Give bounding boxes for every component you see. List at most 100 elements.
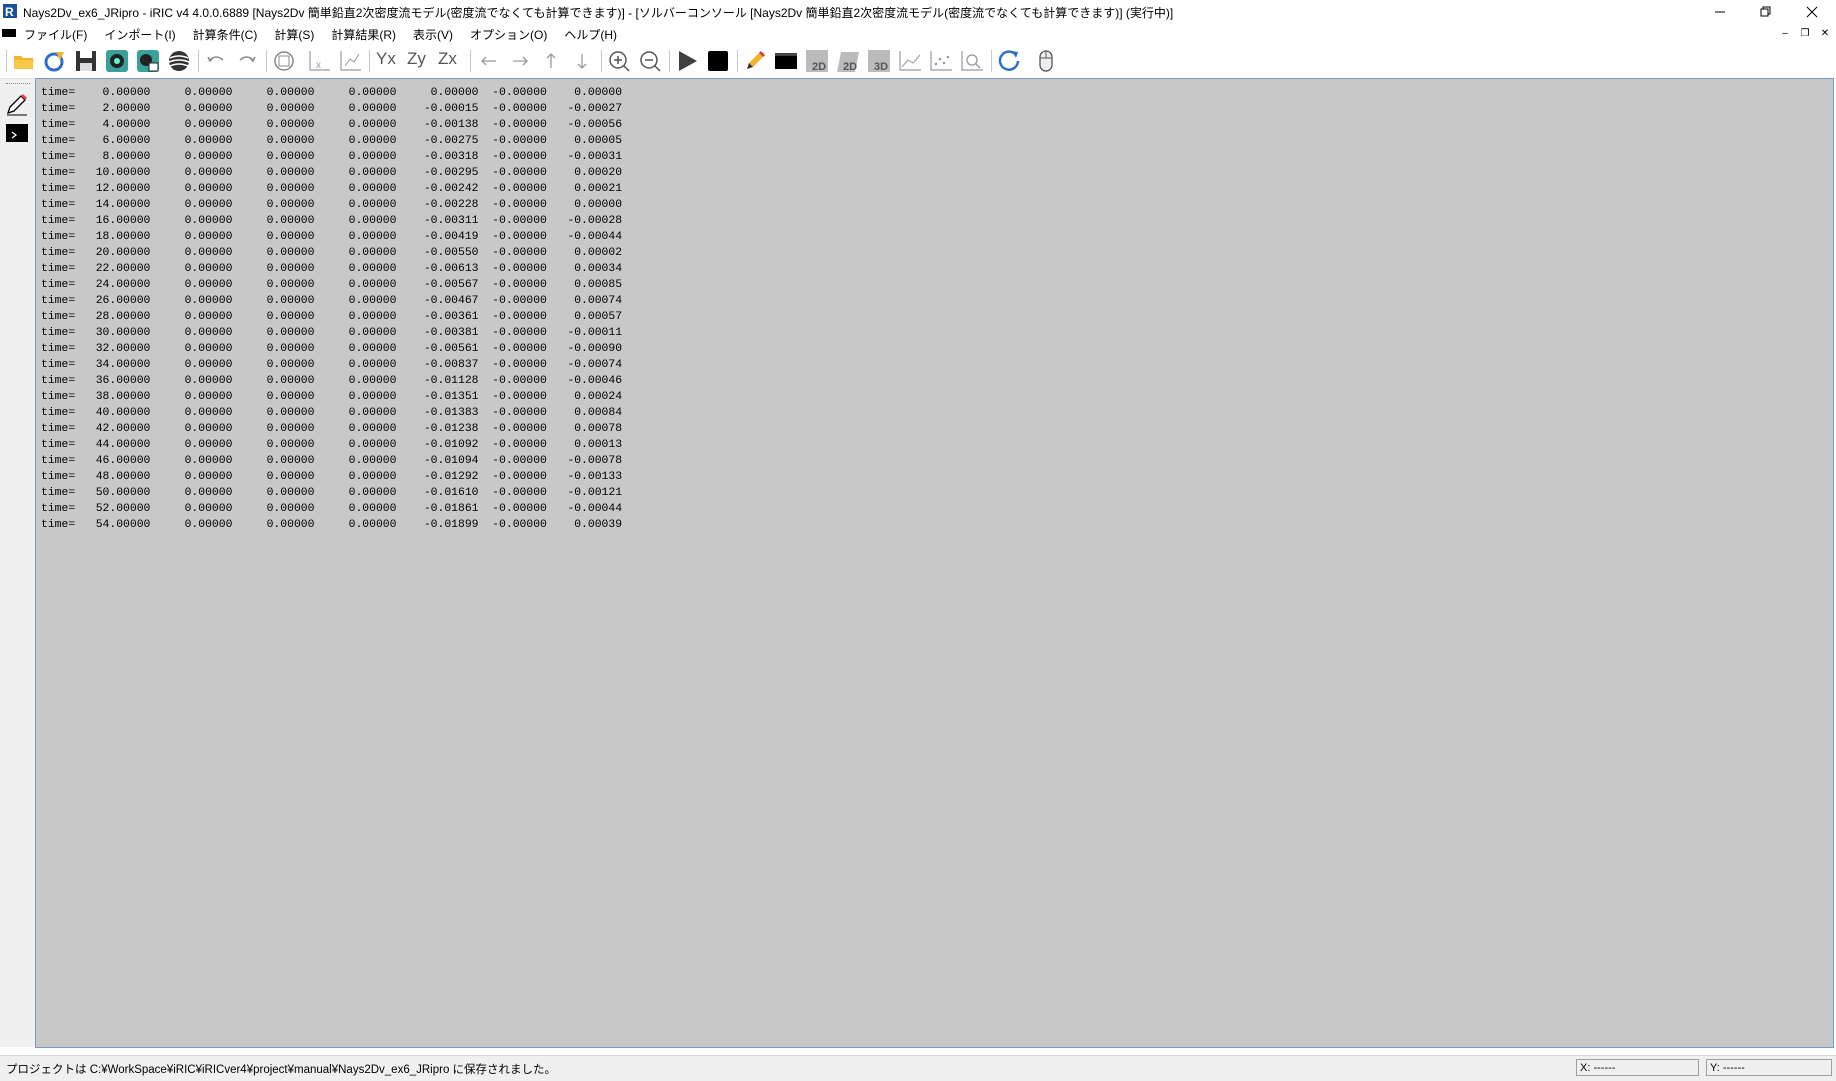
- mdi-close-button[interactable]: ✕: [1818, 26, 1832, 40]
- minimize-button[interactable]: [1697, 0, 1743, 23]
- console-value: 0.00000: [314, 375, 397, 387]
- fit-button[interactable]: [271, 48, 297, 74]
- console-value: 0.00000: [232, 359, 315, 371]
- 2d-view-button[interactable]: 2D: [804, 48, 830, 74]
- console-value: 0.00000: [232, 327, 315, 339]
- menu-simulation[interactable]: 計算(S): [274, 25, 314, 44]
- console-value: 16.00000: [75, 215, 151, 227]
- yx-view-button[interactable]: Yx: [375, 48, 401, 74]
- console-value: 0.00000: [232, 295, 315, 307]
- save-button[interactable]: [73, 48, 99, 74]
- close-button[interactable]: [1789, 0, 1835, 23]
- refresh-button[interactable]: [996, 48, 1022, 74]
- scatter-button[interactable]: [928, 48, 954, 74]
- snapshot-button[interactable]: [104, 48, 130, 74]
- console-value: -0.00613: [396, 263, 479, 275]
- console-value: -0.00000: [478, 327, 547, 339]
- globe-button[interactable]: [166, 48, 192, 74]
- console-line: time= 40.00000 0.00000 0.00000 0.00000 -…: [41, 405, 622, 421]
- import-button[interactable]: [42, 48, 68, 74]
- console-value: -0.00000: [478, 359, 547, 371]
- console-line: time= 6.00000 0.00000 0.00000 0.00000 -0…: [41, 133, 622, 149]
- mouse-button[interactable]: [1033, 48, 1059, 74]
- console-line: time= 2.00000 0.00000 0.00000 0.00000 -0…: [41, 101, 622, 117]
- console-line: time= 16.00000 0.00000 0.00000 0.00000 -…: [41, 213, 622, 229]
- move-right-button[interactable]: [507, 48, 533, 74]
- menu-view[interactable]: 表示(V): [413, 25, 453, 44]
- console-value: 0.00000: [232, 215, 315, 227]
- zoom-out-button[interactable]: [637, 48, 663, 74]
- console-value: 0.00000: [314, 487, 397, 499]
- pencil-button[interactable]: [742, 48, 768, 74]
- undo-button[interactable]: [203, 48, 229, 74]
- console-value: 0.00000: [150, 295, 233, 307]
- mdi-minimize-button[interactable]: –: [1778, 26, 1792, 40]
- console-time-label: time=: [41, 407, 76, 419]
- graph-zoom-icon: [961, 51, 983, 71]
- xy-axis-button[interactable]: [337, 48, 363, 74]
- console-value: 0.00020: [546, 167, 623, 179]
- console-value: -0.00275: [396, 135, 479, 147]
- move-down-button[interactable]: [569, 48, 595, 74]
- redo-button[interactable]: [234, 48, 260, 74]
- console-value: 0.00000: [232, 503, 315, 515]
- system-menu-icon[interactable]: [2, 29, 16, 37]
- edit-button[interactable]: [4, 91, 30, 117]
- run-button[interactable]: [674, 48, 700, 74]
- status-message: プロジェクトは C:¥WorkSpace¥iRIC¥iRICver4¥proje…: [6, 1064, 557, 1076]
- console-value: 0.00000: [232, 519, 315, 531]
- menu-calc-condition[interactable]: 計算条件(C): [193, 25, 258, 44]
- console-value: 0.00000: [75, 87, 151, 99]
- console-value: 0.00000: [314, 199, 397, 211]
- move-left-button[interactable]: [476, 48, 502, 74]
- console-value: -0.00000: [478, 471, 547, 483]
- x-axis-button[interactable]: x: [306, 48, 332, 74]
- console-value: 0.00000: [232, 119, 315, 131]
- console-time-label: time=: [41, 439, 76, 451]
- console-value: -0.00000: [478, 183, 547, 195]
- console-icon: [775, 53, 797, 69]
- toolbar-separator: [470, 50, 471, 72]
- zoom-in-button[interactable]: [606, 48, 632, 74]
- console-value: 0.00000: [150, 343, 233, 355]
- menu-option[interactable]: オプション(O): [470, 25, 547, 44]
- console-line: time= 42.00000 0.00000 0.00000 0.00000 -…: [41, 421, 622, 437]
- open-button[interactable]: [11, 48, 37, 74]
- console-value: 0.00000: [150, 439, 233, 451]
- zx-view-button[interactable]: Zx: [437, 48, 463, 74]
- console-value: -0.00027: [546, 103, 623, 115]
- console-line: time= 10.00000 0.00000 0.00000 0.00000 -…: [41, 165, 622, 181]
- 2d-bird-view-button[interactable]: 2D: [835, 48, 861, 74]
- console-value: -0.00000: [478, 487, 547, 499]
- snapshot-window-button[interactable]: [135, 48, 161, 74]
- console-time-label: time=: [41, 375, 76, 387]
- console-value: 54.00000: [75, 519, 151, 531]
- console-value: -0.00138: [396, 119, 479, 131]
- console-window-button[interactable]: [4, 120, 30, 146]
- graph-button[interactable]: [897, 48, 923, 74]
- console-button[interactable]: [773, 48, 799, 74]
- console-value: -0.00000: [478, 119, 547, 131]
- 3d-view-button[interactable]: 3D: [866, 48, 892, 74]
- move-up-button[interactable]: [538, 48, 564, 74]
- y-coordinate: Y: ------: [1706, 1059, 1832, 1076]
- menu-file[interactable]: ファイル(F): [24, 25, 87, 44]
- console-value: 24.00000: [75, 279, 151, 291]
- console-time-label: time=: [41, 247, 76, 259]
- console-value: 0.00000: [150, 247, 233, 259]
- zy-view-button[interactable]: Zy: [406, 48, 432, 74]
- mdi-restore-button[interactable]: ❐: [1798, 26, 1812, 40]
- console-value: 0.00000: [314, 215, 397, 227]
- restore-button[interactable]: [1743, 0, 1789, 23]
- snapshot-icon: [106, 50, 128, 72]
- solver-console[interactable]: time= 0.00000 0.00000 0.00000 0.00000 0.…: [35, 78, 1834, 1048]
- console-value: 0.00000: [150, 407, 233, 419]
- menu-help[interactable]: ヘルプ(H): [564, 25, 617, 44]
- menu-result[interactable]: 計算結果(R): [331, 25, 396, 44]
- graph-zoom-button[interactable]: [959, 48, 985, 74]
- console-line: time= 36.00000 0.00000 0.00000 0.00000 -…: [41, 373, 622, 389]
- stop-button[interactable]: [705, 48, 731, 74]
- console-value: -0.00361: [396, 311, 479, 323]
- 2d-view-icon: 2D: [806, 50, 828, 73]
- menu-import[interactable]: インポート(I): [104, 25, 175, 44]
